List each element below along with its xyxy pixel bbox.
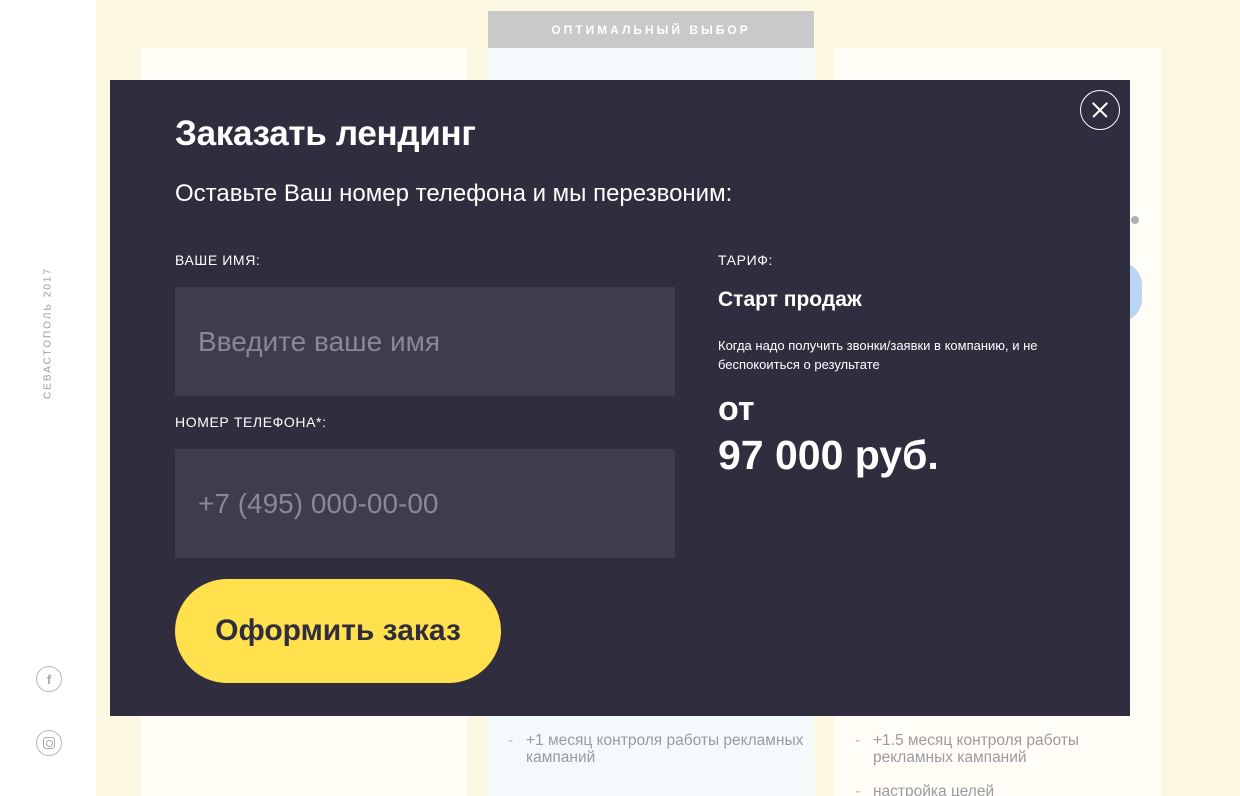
phone-input[interactable] <box>175 449 675 558</box>
left-rail: СЕВАСТОПОЛЬ 2017 f <box>0 0 96 796</box>
instagram-glyph <box>43 737 55 749</box>
facebook-icon[interactable]: f <box>36 666 62 692</box>
tariff-label: ТАРИФ: <box>718 252 773 268</box>
modal-subtitle: Оставьте Ваш номер телефона и мы перезво… <box>175 180 733 207</box>
tariff-description: Когда надо получить звонки/заявки в комп… <box>718 338 1038 372</box>
name-input[interactable] <box>175 287 675 396</box>
instagram-icon[interactable] <box>36 730 62 756</box>
modal-title: Заказать лендинг <box>175 114 476 153</box>
feature-item: +1 месяц контроля работы рекламных кампа… <box>508 732 808 766</box>
phone-label: НОМЕР ТЕЛЕФОНА*: <box>175 414 327 430</box>
submit-order-button[interactable]: Оформить заказ <box>175 579 501 683</box>
order-modal: Заказать лендинг Оставьте Ваш номер теле… <box>110 80 1130 716</box>
card-dot <box>1131 216 1139 224</box>
feature-item: +1.5 месяц контроля работы рекламных кам… <box>855 732 1155 766</box>
tariff-name: Старт продаж <box>718 288 862 311</box>
feature-item: настройка целей <box>855 783 1155 796</box>
optimal-choice-badge: ОПТИМАЛЬНЫЙ ВЫБОР <box>488 11 814 48</box>
price-prefix: от <box>718 390 755 428</box>
name-label: ВАШЕ ИМЯ: <box>175 252 261 268</box>
close-icon[interactable] <box>1080 90 1120 130</box>
price-value: 97 000 руб. <box>718 432 939 478</box>
city-year-label: СЕВАСТОПОЛЬ 2017 <box>42 266 54 400</box>
facebook-glyph: f <box>46 671 52 687</box>
